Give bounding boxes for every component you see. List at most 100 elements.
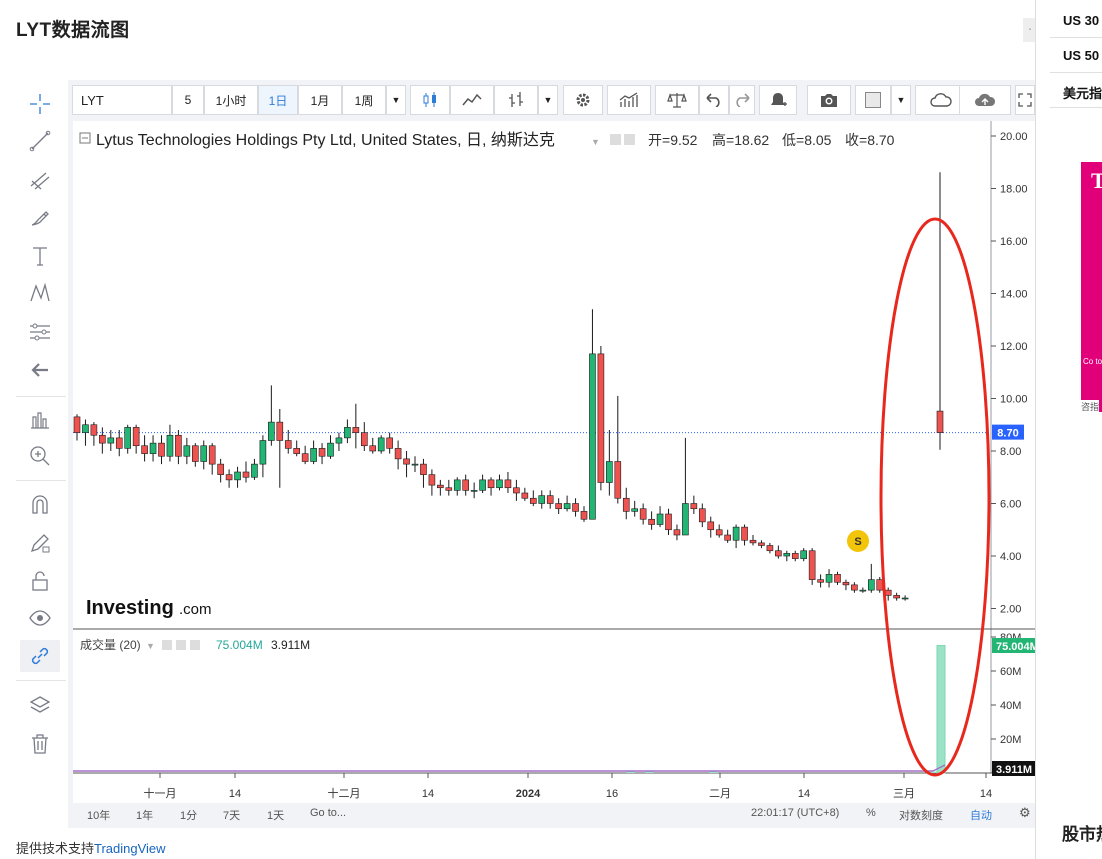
undo-icon[interactable] bbox=[699, 85, 729, 115]
candle-up bbox=[825, 574, 833, 583]
color-dropdown[interactable]: ▼ bbox=[891, 85, 911, 115]
bars-icon[interactable] bbox=[494, 85, 538, 115]
volume-tick-label: 40M bbox=[1000, 700, 1021, 712]
auto-scale-toggle[interactable]: 自动 bbox=[970, 807, 992, 823]
candle-down bbox=[775, 550, 782, 557]
candle-up bbox=[732, 526, 740, 541]
candles-icon[interactable] bbox=[410, 85, 450, 115]
index-item-us30[interactable]: US 30 bbox=[1063, 13, 1099, 28]
volume-visibility-icon[interactable] bbox=[162, 640, 172, 650]
candle-up bbox=[268, 421, 275, 441]
volume-tick-label: 20M bbox=[1000, 734, 1021, 746]
interval-1d[interactable]: 1日 bbox=[258, 85, 298, 115]
advertisement[interactable]: T Co to c cre am 咨指 bbox=[1081, 162, 1102, 412]
interval-1w[interactable]: 1周 bbox=[342, 85, 386, 115]
page-title: LYT数据流图 bbox=[16, 20, 130, 41]
candle-down bbox=[158, 442, 165, 457]
candle-down bbox=[842, 581, 850, 586]
candle-up bbox=[411, 463, 419, 466]
interval-5[interactable]: 5 bbox=[172, 85, 204, 115]
interval-1h[interactable]: 1小时 bbox=[204, 85, 258, 115]
range-10y[interactable]: 10年 bbox=[87, 807, 110, 823]
settings-small-icon[interactable] bbox=[624, 134, 635, 145]
index-item-us500[interactable]: US 50 bbox=[1063, 48, 1099, 63]
candle-up bbox=[107, 437, 115, 444]
candle-up bbox=[234, 471, 241, 481]
interval-dropdown[interactable]: ▼ bbox=[386, 85, 406, 115]
settings-icon[interactable] bbox=[563, 85, 603, 115]
candle-up bbox=[377, 437, 385, 452]
trash-icon[interactable] bbox=[20, 728, 60, 760]
tradingview-link[interactable]: TradingView bbox=[94, 841, 166, 856]
volume-settings-icon[interactable] bbox=[176, 640, 186, 650]
volume-series bbox=[626, 644, 946, 774]
fib-icon[interactable] bbox=[20, 316, 60, 348]
range-1d[interactable]: 1天 bbox=[267, 807, 284, 823]
chart-toolbar: LYT 5 1小时 1日 1月 1周 ▼ ▼ ▼ bbox=[72, 85, 1035, 115]
pencil-lock-icon[interactable] bbox=[20, 527, 60, 559]
range-7d[interactable]: 7天 bbox=[223, 807, 240, 823]
range-1y[interactable]: 1年 bbox=[136, 807, 153, 823]
range-1m[interactable]: 1分 bbox=[180, 807, 197, 823]
alert-icon[interactable] bbox=[759, 85, 797, 115]
time-tick-label: 2024 bbox=[516, 788, 541, 800]
divider bbox=[1050, 107, 1102, 108]
candle-down bbox=[546, 495, 554, 504]
candle-up bbox=[538, 495, 546, 504]
redo-icon[interactable] bbox=[729, 85, 755, 115]
interval-1mo[interactable]: 1月 bbox=[298, 85, 342, 115]
index-item-dollar[interactable]: 美元指 bbox=[1063, 83, 1102, 102]
magnet-icon[interactable] bbox=[20, 489, 60, 521]
pattern-icon[interactable] bbox=[20, 277, 60, 309]
zoom-icon[interactable] bbox=[20, 440, 60, 472]
camera-icon[interactable] bbox=[807, 85, 851, 115]
ad-tag: 咨指 bbox=[1081, 400, 1100, 412]
candle-down bbox=[707, 521, 715, 531]
log-scale-toggle[interactable]: 对数刻度 bbox=[899, 807, 943, 823]
pitchfork-icon[interactable] bbox=[20, 164, 60, 196]
area-chart-icon[interactable] bbox=[450, 85, 494, 115]
link-icon[interactable] bbox=[20, 640, 60, 672]
price-tick-label: 18.00 bbox=[1000, 184, 1028, 196]
fullscreen-icon[interactable] bbox=[1015, 85, 1035, 115]
measure-icon[interactable] bbox=[20, 403, 60, 435]
candle-up bbox=[682, 503, 689, 536]
layers-icon[interactable] bbox=[20, 690, 60, 722]
chart-canvas[interactable]: 20.00 18.00 16.00 14.00 12.00 10.00 8.00 6.00 4.… bbox=[73, 121, 1039, 803]
text-icon[interactable] bbox=[20, 240, 60, 272]
candle-down bbox=[791, 553, 799, 559]
candle-down bbox=[690, 503, 698, 510]
indicators-icon[interactable] bbox=[607, 85, 651, 115]
cloud-upload-icon[interactable] bbox=[959, 85, 1011, 115]
goto-button[interactable]: Go to... bbox=[310, 807, 346, 819]
candle-down bbox=[141, 445, 148, 454]
back-arrow-icon[interactable] bbox=[20, 354, 60, 386]
candle-down bbox=[724, 534, 731, 541]
candle-up bbox=[479, 479, 486, 491]
trendline-icon[interactable] bbox=[20, 125, 60, 157]
chart-area[interactable]: 20.00 18.00 16.00 14.00 12.00 10.00 8.00 6.00 4.… bbox=[73, 121, 1039, 803]
candle-down bbox=[369, 445, 377, 452]
settings-gear-icon[interactable]: ⚙ bbox=[1019, 805, 1031, 821]
eye-icon[interactable] bbox=[20, 602, 60, 634]
volume-close-icon[interactable] bbox=[190, 640, 200, 650]
chart-type-dropdown[interactable]: ▼ bbox=[538, 85, 558, 115]
candle-down bbox=[741, 526, 748, 541]
crosshair-icon[interactable] bbox=[20, 88, 60, 120]
brush-icon[interactable] bbox=[20, 202, 60, 234]
candle-down bbox=[513, 487, 520, 494]
compare-icon[interactable] bbox=[655, 85, 699, 115]
unlock-icon[interactable] bbox=[20, 565, 60, 597]
legend-dropdown-icon: ▼ bbox=[591, 137, 600, 147]
percent-toggle[interactable]: % bbox=[866, 807, 876, 819]
candle-down bbox=[115, 437, 123, 449]
candle-down bbox=[715, 529, 723, 536]
candle-up bbox=[859, 589, 867, 592]
candle-down bbox=[73, 416, 81, 433]
visibility-icon[interactable] bbox=[610, 134, 621, 145]
color-swatch-icon[interactable] bbox=[855, 85, 891, 115]
low-label: 低= bbox=[782, 132, 804, 148]
symbol-input[interactable]: LYT bbox=[72, 85, 172, 115]
candle-down bbox=[403, 458, 410, 465]
svg-text:低=8.05: 低=8.05 bbox=[782, 132, 832, 148]
